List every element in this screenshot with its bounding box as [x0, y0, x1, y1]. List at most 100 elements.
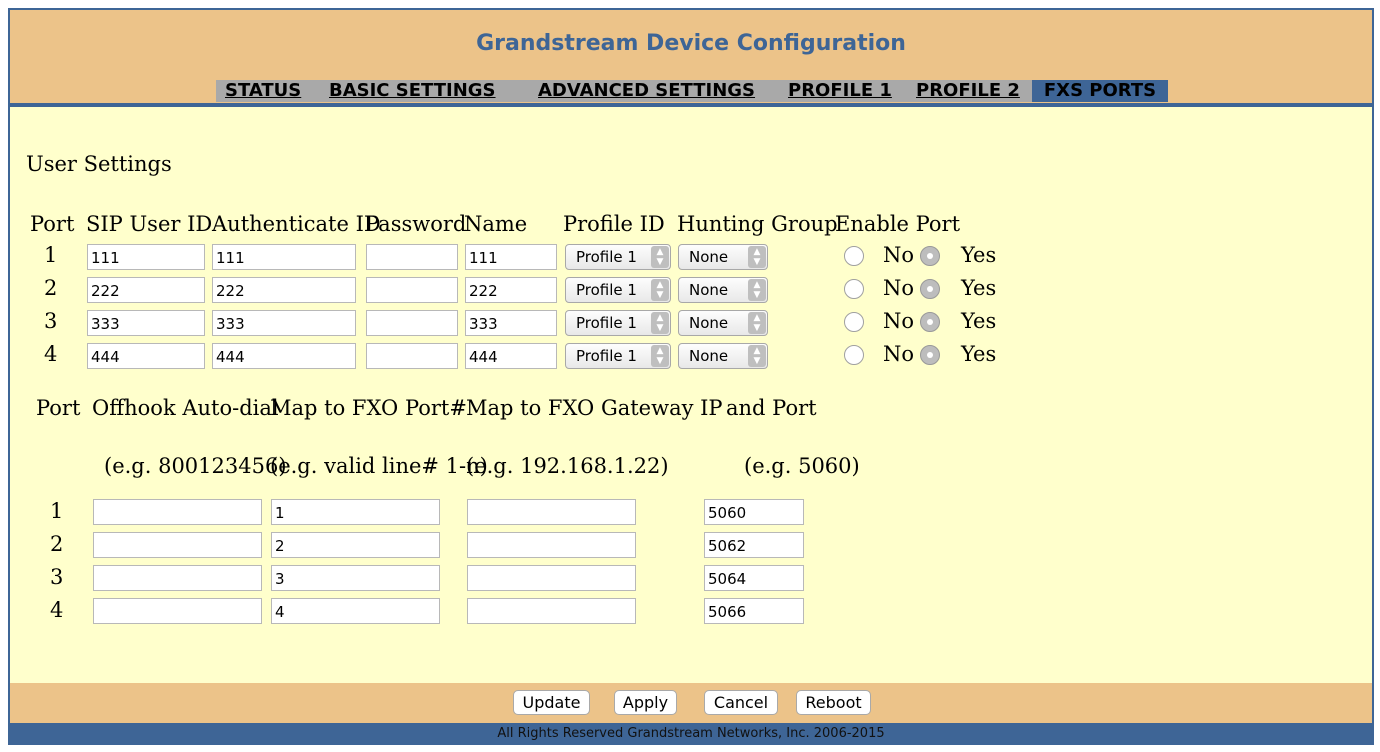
- gateway-ip-input-1[interactable]: [467, 499, 636, 525]
- hunting-group-select-2[interactable]: None ▲ ▼: [678, 277, 768, 303]
- gateway-port-input-3[interactable]: 5064: [704, 565, 804, 591]
- page-title: Grandstream Device Configuration: [476, 31, 906, 56]
- hunting-group-select-1[interactable]: None ▲ ▼: [678, 244, 768, 270]
- update-button[interactable]: Update: [513, 690, 590, 715]
- sip-user-id-input-2[interactable]: 222: [87, 277, 205, 303]
- col-header-authenticate-id: Authenticate ID: [212, 212, 381, 236]
- enable-port-yes-radio-4[interactable]: [920, 345, 940, 365]
- yes-label: Yes: [961, 276, 997, 300]
- gateway-ip-input-4[interactable]: [467, 598, 636, 624]
- profile-id-select-3[interactable]: Profile 1 ▲ ▼: [565, 310, 671, 336]
- tab-profile-2[interactable]: PROFILE 2: [916, 80, 1020, 102]
- password-input-1[interactable]: [366, 244, 458, 270]
- tab-basic-settings[interactable]: BASIC SETTINGS: [329, 80, 496, 102]
- fxo-port-input-1[interactable]: 1: [271, 499, 440, 525]
- user-row-1-port: 1: [44, 243, 58, 267]
- example-gateway-ip: (e.g. 192.168.1.22): [466, 454, 669, 478]
- chevron-updown-icon: ▲ ▼: [748, 246, 766, 268]
- content-area: User Settings Port SIP User ID Authentic…: [10, 107, 1372, 683]
- col-header-sip-user-id: SIP User ID: [86, 212, 213, 236]
- example-fxo-port: (e.g. valid line# 1-n): [270, 454, 488, 478]
- fxo-col-header-map-fxo-port: Map to FXO Port#: [270, 396, 467, 420]
- fxo-row-2-port: 2: [50, 532, 64, 556]
- fxo-port-input-4[interactable]: 4: [271, 598, 440, 624]
- profile-id-select-4[interactable]: Profile 1 ▲ ▼: [565, 343, 671, 369]
- config-page: Grandstream Device Configuration STATUS …: [8, 8, 1374, 745]
- tab-fxs-ports[interactable]: FXS PORTS: [1032, 80, 1168, 102]
- name-input-1[interactable]: 111: [465, 244, 557, 270]
- offhook-autodial-input-1[interactable]: [93, 499, 262, 525]
- hunting-group-select-3[interactable]: None ▲ ▼: [678, 310, 768, 336]
- authenticate-id-input-1[interactable]: 111: [212, 244, 356, 270]
- col-header-name: Name: [464, 212, 528, 236]
- section-heading-user-settings: User Settings: [26, 152, 172, 176]
- user-row-2-port: 2: [44, 276, 58, 300]
- authenticate-id-input-4[interactable]: 444: [212, 343, 356, 369]
- sip-user-id-input-4[interactable]: 444: [87, 343, 205, 369]
- yes-label: Yes: [961, 342, 997, 366]
- gateway-ip-input-2[interactable]: [467, 532, 636, 558]
- hunting-group-select-4[interactable]: None ▲ ▼: [678, 343, 768, 369]
- fxo-col-header-gateway-ip: Map to FXO Gateway IP: [466, 396, 723, 420]
- cancel-button[interactable]: Cancel: [704, 690, 778, 715]
- fxo-row-1-port: 1: [50, 499, 64, 523]
- sip-user-id-input-1[interactable]: 111: [87, 244, 205, 270]
- profile-id-select-1[interactable]: Profile 1 ▲ ▼: [565, 244, 671, 270]
- password-input-3[interactable]: [366, 310, 458, 336]
- enable-port-yes-radio-1[interactable]: [920, 246, 940, 266]
- no-label: No: [883, 309, 915, 333]
- enable-port-yes-radio-2[interactable]: [920, 279, 940, 299]
- col-header-password: Password: [365, 212, 467, 236]
- page-header: Grandstream Device Configuration STATUS …: [10, 10, 1372, 107]
- no-label: No: [883, 243, 915, 267]
- chevron-updown-icon: ▲ ▼: [748, 345, 766, 367]
- enable-port-no-radio-1[interactable]: [844, 246, 864, 266]
- enable-port-yes-radio-3[interactable]: [920, 312, 940, 332]
- chevron-updown-icon: ▲ ▼: [651, 279, 669, 301]
- col-header-port: Port: [30, 212, 75, 236]
- chevron-updown-icon: ▲ ▼: [651, 246, 669, 268]
- offhook-autodial-input-3[interactable]: [93, 565, 262, 591]
- fxo-port-input-2[interactable]: 2: [271, 532, 440, 558]
- no-label: No: [883, 276, 915, 300]
- profile-id-value: Profile 1: [576, 314, 637, 332]
- offhook-autodial-input-4[interactable]: [93, 598, 262, 624]
- example-gateway-port: (e.g. 5060): [744, 454, 860, 478]
- profile-id-value: Profile 1: [576, 281, 637, 299]
- yes-label: Yes: [961, 309, 997, 333]
- fxo-row-4-port: 4: [50, 598, 64, 622]
- chevron-updown-icon: ▲ ▼: [748, 279, 766, 301]
- enable-port-no-radio-4[interactable]: [844, 345, 864, 365]
- authenticate-id-input-2[interactable]: 222: [212, 277, 356, 303]
- fxo-col-header-port: Port: [36, 396, 81, 420]
- col-header-enable-port: Enable Port: [835, 212, 961, 236]
- apply-button[interactable]: Apply: [614, 690, 677, 715]
- user-row-3-port: 3: [44, 309, 58, 333]
- copyright-footer: All Rights Reserved Grandstream Networks…: [10, 723, 1372, 745]
- hunting-group-value: None: [689, 281, 729, 299]
- name-input-4[interactable]: 444: [465, 343, 557, 369]
- name-input-3[interactable]: 333: [465, 310, 557, 336]
- sip-user-id-input-3[interactable]: 333: [87, 310, 205, 336]
- col-header-hunting-group: Hunting Group: [677, 212, 838, 236]
- fxo-port-input-3[interactable]: 3: [271, 565, 440, 591]
- profile-id-select-2[interactable]: Profile 1 ▲ ▼: [565, 277, 671, 303]
- chevron-updown-icon: ▲ ▼: [748, 312, 766, 334]
- tab-profile-1[interactable]: PROFILE 1: [788, 80, 892, 102]
- tab-status[interactable]: STATUS: [225, 80, 301, 102]
- enable-port-no-radio-3[interactable]: [844, 312, 864, 332]
- password-input-4[interactable]: [366, 343, 458, 369]
- offhook-autodial-input-2[interactable]: [93, 532, 262, 558]
- password-input-2[interactable]: [366, 277, 458, 303]
- gateway-ip-input-3[interactable]: [467, 565, 636, 591]
- gateway-port-input-1[interactable]: 5060: [704, 499, 804, 525]
- reboot-button[interactable]: Reboot: [796, 690, 871, 715]
- tab-advanced-settings[interactable]: ADVANCED SETTINGS: [538, 80, 755, 102]
- gateway-port-input-2[interactable]: 5062: [704, 532, 804, 558]
- name-input-2[interactable]: 222: [465, 277, 557, 303]
- profile-id-value: Profile 1: [576, 347, 637, 365]
- chevron-updown-icon: ▲ ▼: [651, 345, 669, 367]
- enable-port-no-radio-2[interactable]: [844, 279, 864, 299]
- authenticate-id-input-3[interactable]: 333: [212, 310, 356, 336]
- gateway-port-input-4[interactable]: 5066: [704, 598, 804, 624]
